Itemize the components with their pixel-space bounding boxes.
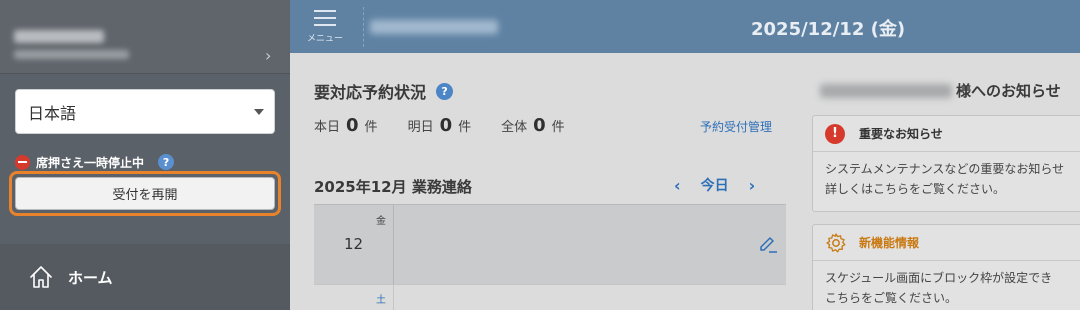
account-id-redacted — [14, 50, 129, 59]
home-icon — [30, 266, 52, 288]
shop-name-redacted — [820, 83, 952, 98]
reservation-status-heading: 要対応予約状況 ? — [314, 79, 454, 103]
day-number: 12 — [344, 235, 364, 253]
menu-label: メニュー — [306, 33, 343, 44]
hamburger-icon — [314, 9, 336, 26]
account-name-redacted — [14, 30, 104, 43]
card-header: 新機能情報 — [813, 225, 1080, 261]
account-switcher[interactable]: › — [0, 0, 290, 74]
calendar-day-cell: 土 — [314, 285, 394, 310]
card-body-line: 詳しくはこちらをご覧ください。 — [825, 182, 1006, 196]
count-value: 0 — [439, 115, 453, 136]
alert-icon: ! — [825, 123, 845, 144]
calendar-day-cell: 金 12 — [314, 205, 394, 285]
main-content: 要対応予約状況 ? 本日 0 件 明日 0 件 全体 0 件 予約受付管理 20… — [290, 53, 800, 310]
card-body-line: こちらをご覧ください。 — [825, 291, 958, 305]
today-button[interactable]: 今日 — [701, 175, 729, 195]
count-unit: 件 — [364, 120, 378, 135]
count-label: 本日 — [314, 120, 341, 135]
reservation-counts: 本日 0 件 明日 0 件 全体 0 件 — [314, 115, 595, 136]
card-body-line: システムメンテナンスなどの重要なお知らせ — [825, 162, 1065, 176]
card-header: ! 重要なお知らせ — [813, 116, 1080, 152]
weekday-label: 金 — [376, 216, 386, 227]
chevron-right-icon: › — [265, 46, 272, 65]
prev-arrow-icon[interactable]: ‹ — [674, 176, 681, 195]
calendar-row[interactable]: 土 — [314, 284, 786, 310]
notice-title-suffix: 様へのお知らせ — [956, 82, 1061, 100]
count-value: 0 — [533, 115, 546, 136]
count-unit: 件 — [551, 120, 565, 135]
notice-panel-title: 様へのお知らせ — [820, 80, 1061, 101]
count-all: 全体 0 件 — [501, 115, 565, 136]
new-features-title: 新機能情報 — [859, 236, 920, 250]
language-select-value: 日本語 — [28, 103, 77, 123]
notice-panel: 様へのお知らせ ! 重要なお知らせ システムメンテナンスなどの重要なお知らせ 詳… — [800, 53, 1080, 310]
resume-reception-button[interactable]: 受付を再開 — [15, 177, 275, 210]
help-icon[interactable]: ? — [436, 82, 454, 100]
important-notice-title: 重要なお知らせ — [859, 127, 943, 141]
language-select[interactable]: 日本語 — [15, 89, 275, 134]
important-notice-card[interactable]: ! 重要なお知らせ システムメンテナンスなどの重要なお知らせ 詳しくはこちらをご… — [812, 115, 1080, 212]
reservation-management-link[interactable]: 予約受付管理 — [700, 118, 772, 135]
next-arrow-icon[interactable]: › — [749, 176, 756, 195]
count-tomorrow: 明日 0 件 — [408, 115, 472, 136]
count-value: 0 — [346, 115, 359, 136]
count-unit: 件 — [458, 120, 472, 135]
pause-status-row: 席押さえ一時停止中 ? — [15, 152, 175, 172]
top-header: メニュー 2025/12/12 (金) — [290, 0, 1080, 53]
stop-icon — [15, 154, 30, 170]
reservation-status-title: 要対応予約状況 — [314, 83, 427, 102]
card-body: システムメンテナンスなどの重要なお知らせ 詳しくはこちらをご覧ください。 — [813, 152, 1080, 199]
card-body-line: スケジュール画面にブロック枠が設定でき — [825, 271, 1053, 285]
current-date: 2025/12/12 (金) — [751, 19, 906, 40]
header-divider — [363, 7, 364, 47]
sidebar-item-home[interactable]: ホーム — [0, 244, 290, 310]
month-navigation: ‹ 今日 › — [674, 175, 755, 195]
caret-down-icon — [254, 109, 264, 115]
sidebar-item-home-label: ホーム — [68, 268, 113, 287]
count-label: 全体 — [501, 120, 528, 135]
count-today: 本日 0 件 — [314, 115, 378, 136]
new-features-card[interactable]: 新機能情報 スケジュール画面にブロック枠が設定でき こちらをご覧ください。 — [812, 224, 1080, 310]
count-label: 明日 — [407, 120, 434, 135]
card-body: スケジュール画面にブロック枠が設定でき こちらをご覧ください。 — [813, 261, 1080, 308]
pause-status-text: 席押さえ一時停止中 — [36, 155, 145, 170]
menu-button[interactable]: メニュー — [290, 0, 360, 53]
sidebar: › 日本語 席押さえ一時停止中 ? 受付を再開 ホーム — [0, 0, 290, 310]
gear-icon — [826, 232, 846, 252]
edit-icon[interactable] — [758, 233, 778, 253]
shop-name-redacted — [370, 20, 498, 34]
business-contact-title: 2025年12月 業務連絡 — [314, 178, 472, 196]
weekday-label: 土 — [376, 295, 386, 306]
calendar-row[interactable]: 金 12 — [314, 204, 786, 285]
help-icon[interactable]: ? — [158, 154, 175, 170]
